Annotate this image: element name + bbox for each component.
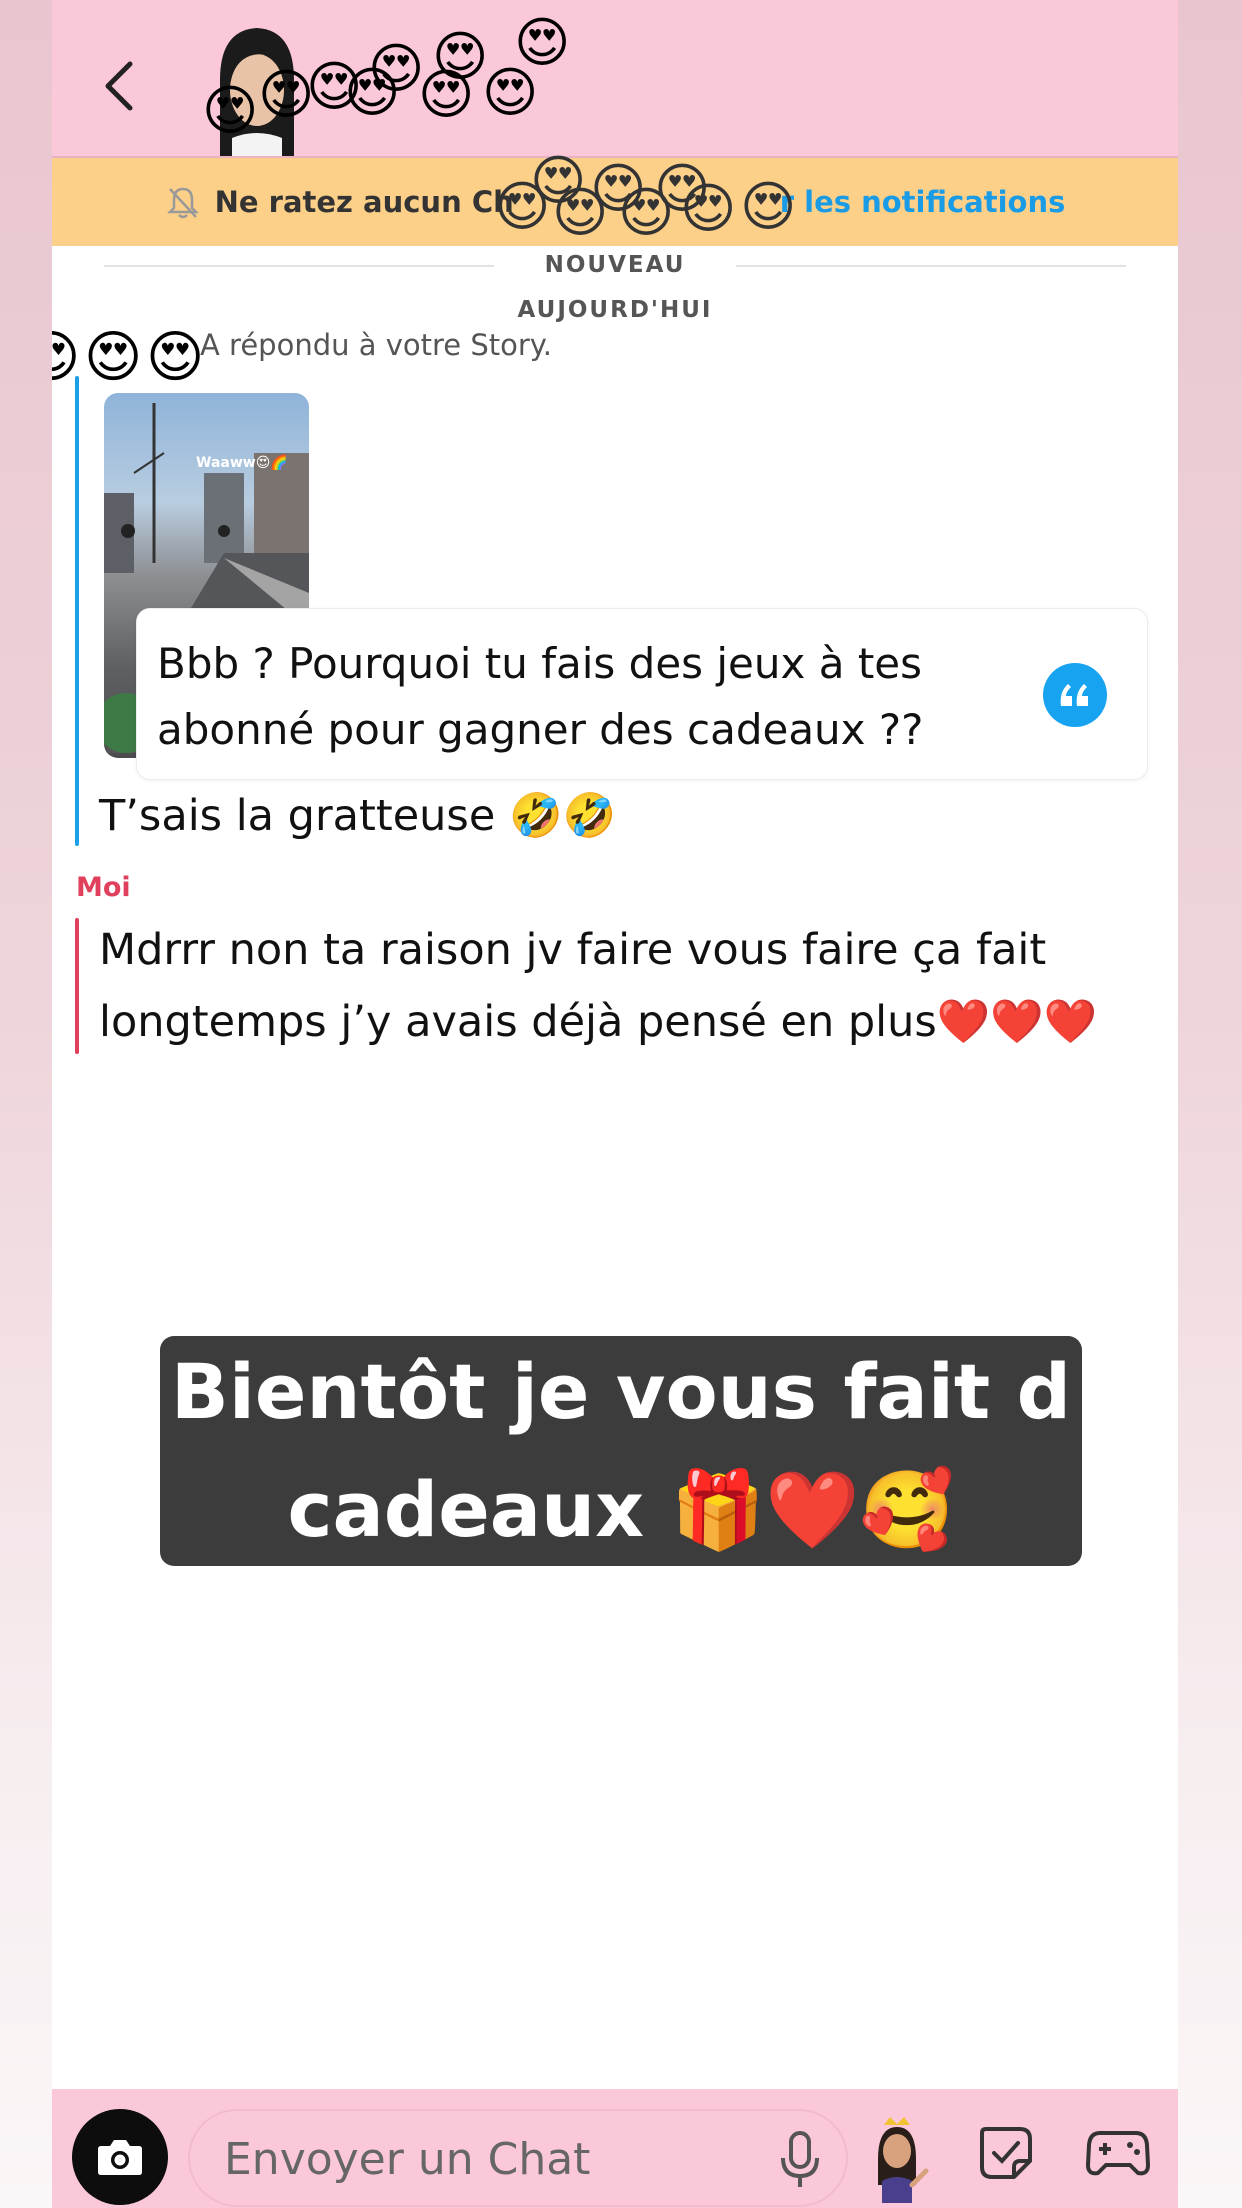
overlay-line-2: cadeaux 🎁❤️🥰 <box>287 1465 955 1554</box>
heart-eyes-emoji: 😍 <box>344 61 401 124</box>
microphone-icon <box>781 2131 819 2187</box>
overlay-line-1: Bientôt je vous fait d <box>170 1347 1072 1436</box>
heart-eyes-emoji: 😍 <box>84 325 143 390</box>
my-message-bar <box>75 918 79 1054</box>
sticker-emoji-pile: 😍 😍 😍 😍 😍 😍 😍 😍 😍 <box>202 10 622 150</box>
bitmoji-icon[interactable] <box>862 2115 932 2203</box>
heart-eyes-emoji: 😍 <box>654 157 711 220</box>
chat-header: 😍 😍 😍 😍 😍 😍 😍 😍 😍 <box>52 0 1178 158</box>
microphone-button[interactable] <box>768 2125 832 2195</box>
quoted-message-card[interactable]: Bbb ? Pourquoi tu fais des jeux à tes ab… <box>136 608 1148 780</box>
chat-input-field[interactable] <box>188 2109 848 2207</box>
enable-notifications-link[interactable]: r les notifications <box>780 185 1066 219</box>
notification-banner[interactable]: Ne ratez aucun Ch r les notifications 😍 … <box>52 154 1178 246</box>
games-button[interactable] <box>1084 2121 1152 2185</box>
story-reply-note: A répondu à votre Story. <box>200 328 553 362</box>
chevron-left-icon <box>105 61 133 111</box>
new-messages-label: NOUVEAU <box>544 252 686 278</box>
heart-eyes-emoji: 😍 <box>618 181 675 244</box>
sender-label-me: Moi <box>76 872 131 903</box>
game-controller-icon <box>1086 2131 1150 2176</box>
friend-message-bar <box>75 376 79 846</box>
back-button[interactable] <box>90 56 146 116</box>
heart-eyes-emoji: 😍 <box>680 177 737 240</box>
heart-eyes-emoji: 😍 <box>590 157 647 220</box>
story-overlay-caption: Bientôt je vous fait d cadeaux 🎁❤️🥰 <box>160 1336 1082 1566</box>
chat-screen: 😍 😍 😍 😍 😍 😍 😍 😍 😍 Ne ratez aucun Ch r le… <box>52 0 1178 2208</box>
banner-text: Ne ratez aucun Ch <box>214 185 514 219</box>
heart-eyes-emoji: 😍 <box>514 11 571 74</box>
heart-eyes-emoji: 😍 <box>482 61 539 124</box>
heart-eyes-emoji: 😍 <box>202 79 259 142</box>
heart-eyes-emoji: 😍 <box>146 325 205 390</box>
message-input[interactable] <box>222 2125 706 2193</box>
sticker-icon <box>980 2127 1032 2179</box>
story-caption: Waaww😍🌈 <box>196 455 288 471</box>
sticker-button[interactable] <box>974 2121 1038 2185</box>
heart-eyes-emoji: 😍 <box>530 149 587 212</box>
quote-icon[interactable] <box>1043 663 1107 727</box>
heart-eyes-emoji: 😍 <box>432 25 489 88</box>
bell-muted-icon <box>165 184 201 220</box>
friend-message-text: T’sais la gratteuse 🤣🤣 <box>99 791 617 841</box>
camera-button[interactable] <box>72 2109 168 2205</box>
my-message-line-2: longtemps j’y avais déjà pensé en plus❤️… <box>99 997 1098 1047</box>
quoted-message-text: Bbb ? Pourquoi tu fais des jeux à tes ab… <box>157 639 924 754</box>
camera-icon <box>98 2140 142 2175</box>
date-label: AUJOURD'HUI <box>517 297 713 323</box>
my-message-line-1: Mdrrr non ta raison jv faire vous faire … <box>99 925 1047 975</box>
heart-eyes-emoji: 😍 <box>552 181 609 244</box>
chat-input-bar <box>52 2089 1178 2208</box>
